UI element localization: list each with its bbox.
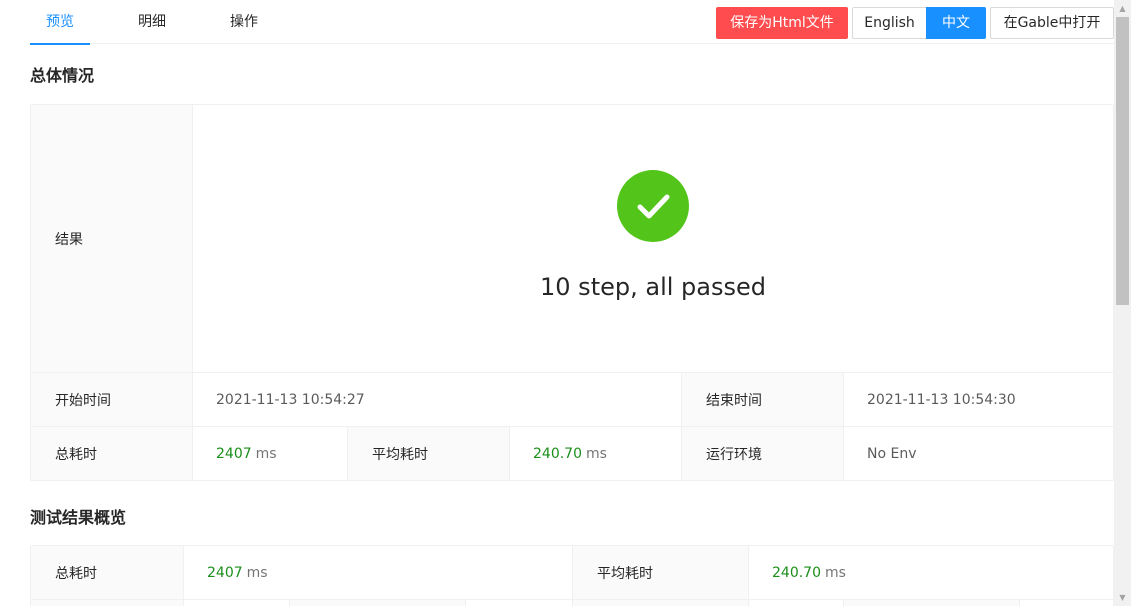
average-duration-value: 240.70 ms <box>510 427 682 480</box>
average-duration-label: 平均耗时 <box>348 427 510 480</box>
summary-next-cell <box>184 600 290 606</box>
duration-row: 总耗时 2407 ms 平均耗时 240.70 ms 运行环境 No Env <box>31 427 1113 480</box>
average-duration-number: 240.70 <box>533 445 582 462</box>
chinese-button[interactable]: 中文 <box>926 7 986 39</box>
vertical-scrollbar[interactable]: ▲ ▼ <box>1114 0 1131 606</box>
time-row: 开始时间 2021-11-13 10:54:27 结束时间 2021-11-13… <box>31 373 1113 427</box>
summary-average-number: 240.70 <box>772 564 821 581</box>
english-button[interactable]: English <box>852 7 927 39</box>
overview-table: 结果 10 step, all passed 开始时间 2021-11-13 1… <box>30 104 1114 481</box>
summary-next-cell-3 <box>749 600 844 606</box>
result-content: 10 step, all passed <box>193 105 1113 372</box>
summary-title: 测试结果概览 <box>30 508 127 527</box>
save-html-button[interactable]: 保存为Html文件 <box>716 7 848 39</box>
summary-average-unit: ms <box>825 564 846 581</box>
summary-next-label-3 <box>573 600 749 606</box>
end-time-label: 结束时间 <box>682 373 844 426</box>
summary-next-label-2 <box>290 600 466 606</box>
result-label: 结果 <box>31 105 193 372</box>
result-row: 结果 10 step, all passed <box>31 105 1113 373</box>
total-duration-number: 2407 <box>216 445 252 462</box>
open-in-gable-button[interactable]: 在Gable中打开 <box>990 7 1114 39</box>
summary-table: 总耗时 2407 ms 平均耗时 240.70 ms <box>30 545 1114 606</box>
average-duration-unit: ms <box>586 445 607 462</box>
total-duration-value: 2407 ms <box>193 427 348 480</box>
summary-total-value: 2407 ms <box>184 546 573 599</box>
summary-total-label: 总耗时 <box>31 546 184 599</box>
summary-next-cell-4 <box>1020 600 1113 606</box>
tab-operations[interactable]: 操作 <box>214 0 274 44</box>
scroll-up-arrow-icon[interactable]: ▲ <box>1114 0 1131 17</box>
environment-label: 运行环境 <box>682 427 844 480</box>
result-text: 10 step, all passed <box>540 273 766 301</box>
end-time-value: 2021-11-13 10:54:30 <box>867 391 1016 408</box>
report-page: 预览 明细 操作 保存为Html文件 English 中文 在Gable中打开 … <box>30 0 1114 606</box>
tab-detail[interactable]: 明细 <box>122 0 182 44</box>
scroll-down-arrow-icon[interactable]: ▼ <box>1114 589 1131 606</box>
environment-value: No Env <box>867 445 917 462</box>
summary-average-label: 平均耗时 <box>573 546 749 599</box>
summary-next-cell-2 <box>466 600 573 606</box>
start-time-label: 开始时间 <box>31 373 193 426</box>
total-duration-unit: ms <box>255 445 277 462</box>
summary-total-number: 2407 <box>207 564 243 581</box>
overview-title: 总体情况 <box>30 66 95 85</box>
summary-duration-row: 总耗时 2407 ms 平均耗时 240.70 ms <box>31 546 1113 600</box>
summary-next-label-4 <box>844 600 1020 606</box>
summary-next-label <box>31 600 184 606</box>
scrollbar-thumb[interactable] <box>1116 17 1129 305</box>
summary-next-row <box>31 600 1113 606</box>
summary-average-value: 240.70 ms <box>749 546 1113 599</box>
check-circle-icon <box>617 170 689 242</box>
total-duration-label: 总耗时 <box>31 427 193 480</box>
start-time-value: 2021-11-13 10:54:27 <box>193 373 682 426</box>
tab-preview[interactable]: 预览 <box>30 0 90 45</box>
summary-total-unit: ms <box>246 564 268 581</box>
tab-bar: 预览 明细 操作 保存为Html文件 English 中文 在Gable中打开 <box>30 0 1114 45</box>
